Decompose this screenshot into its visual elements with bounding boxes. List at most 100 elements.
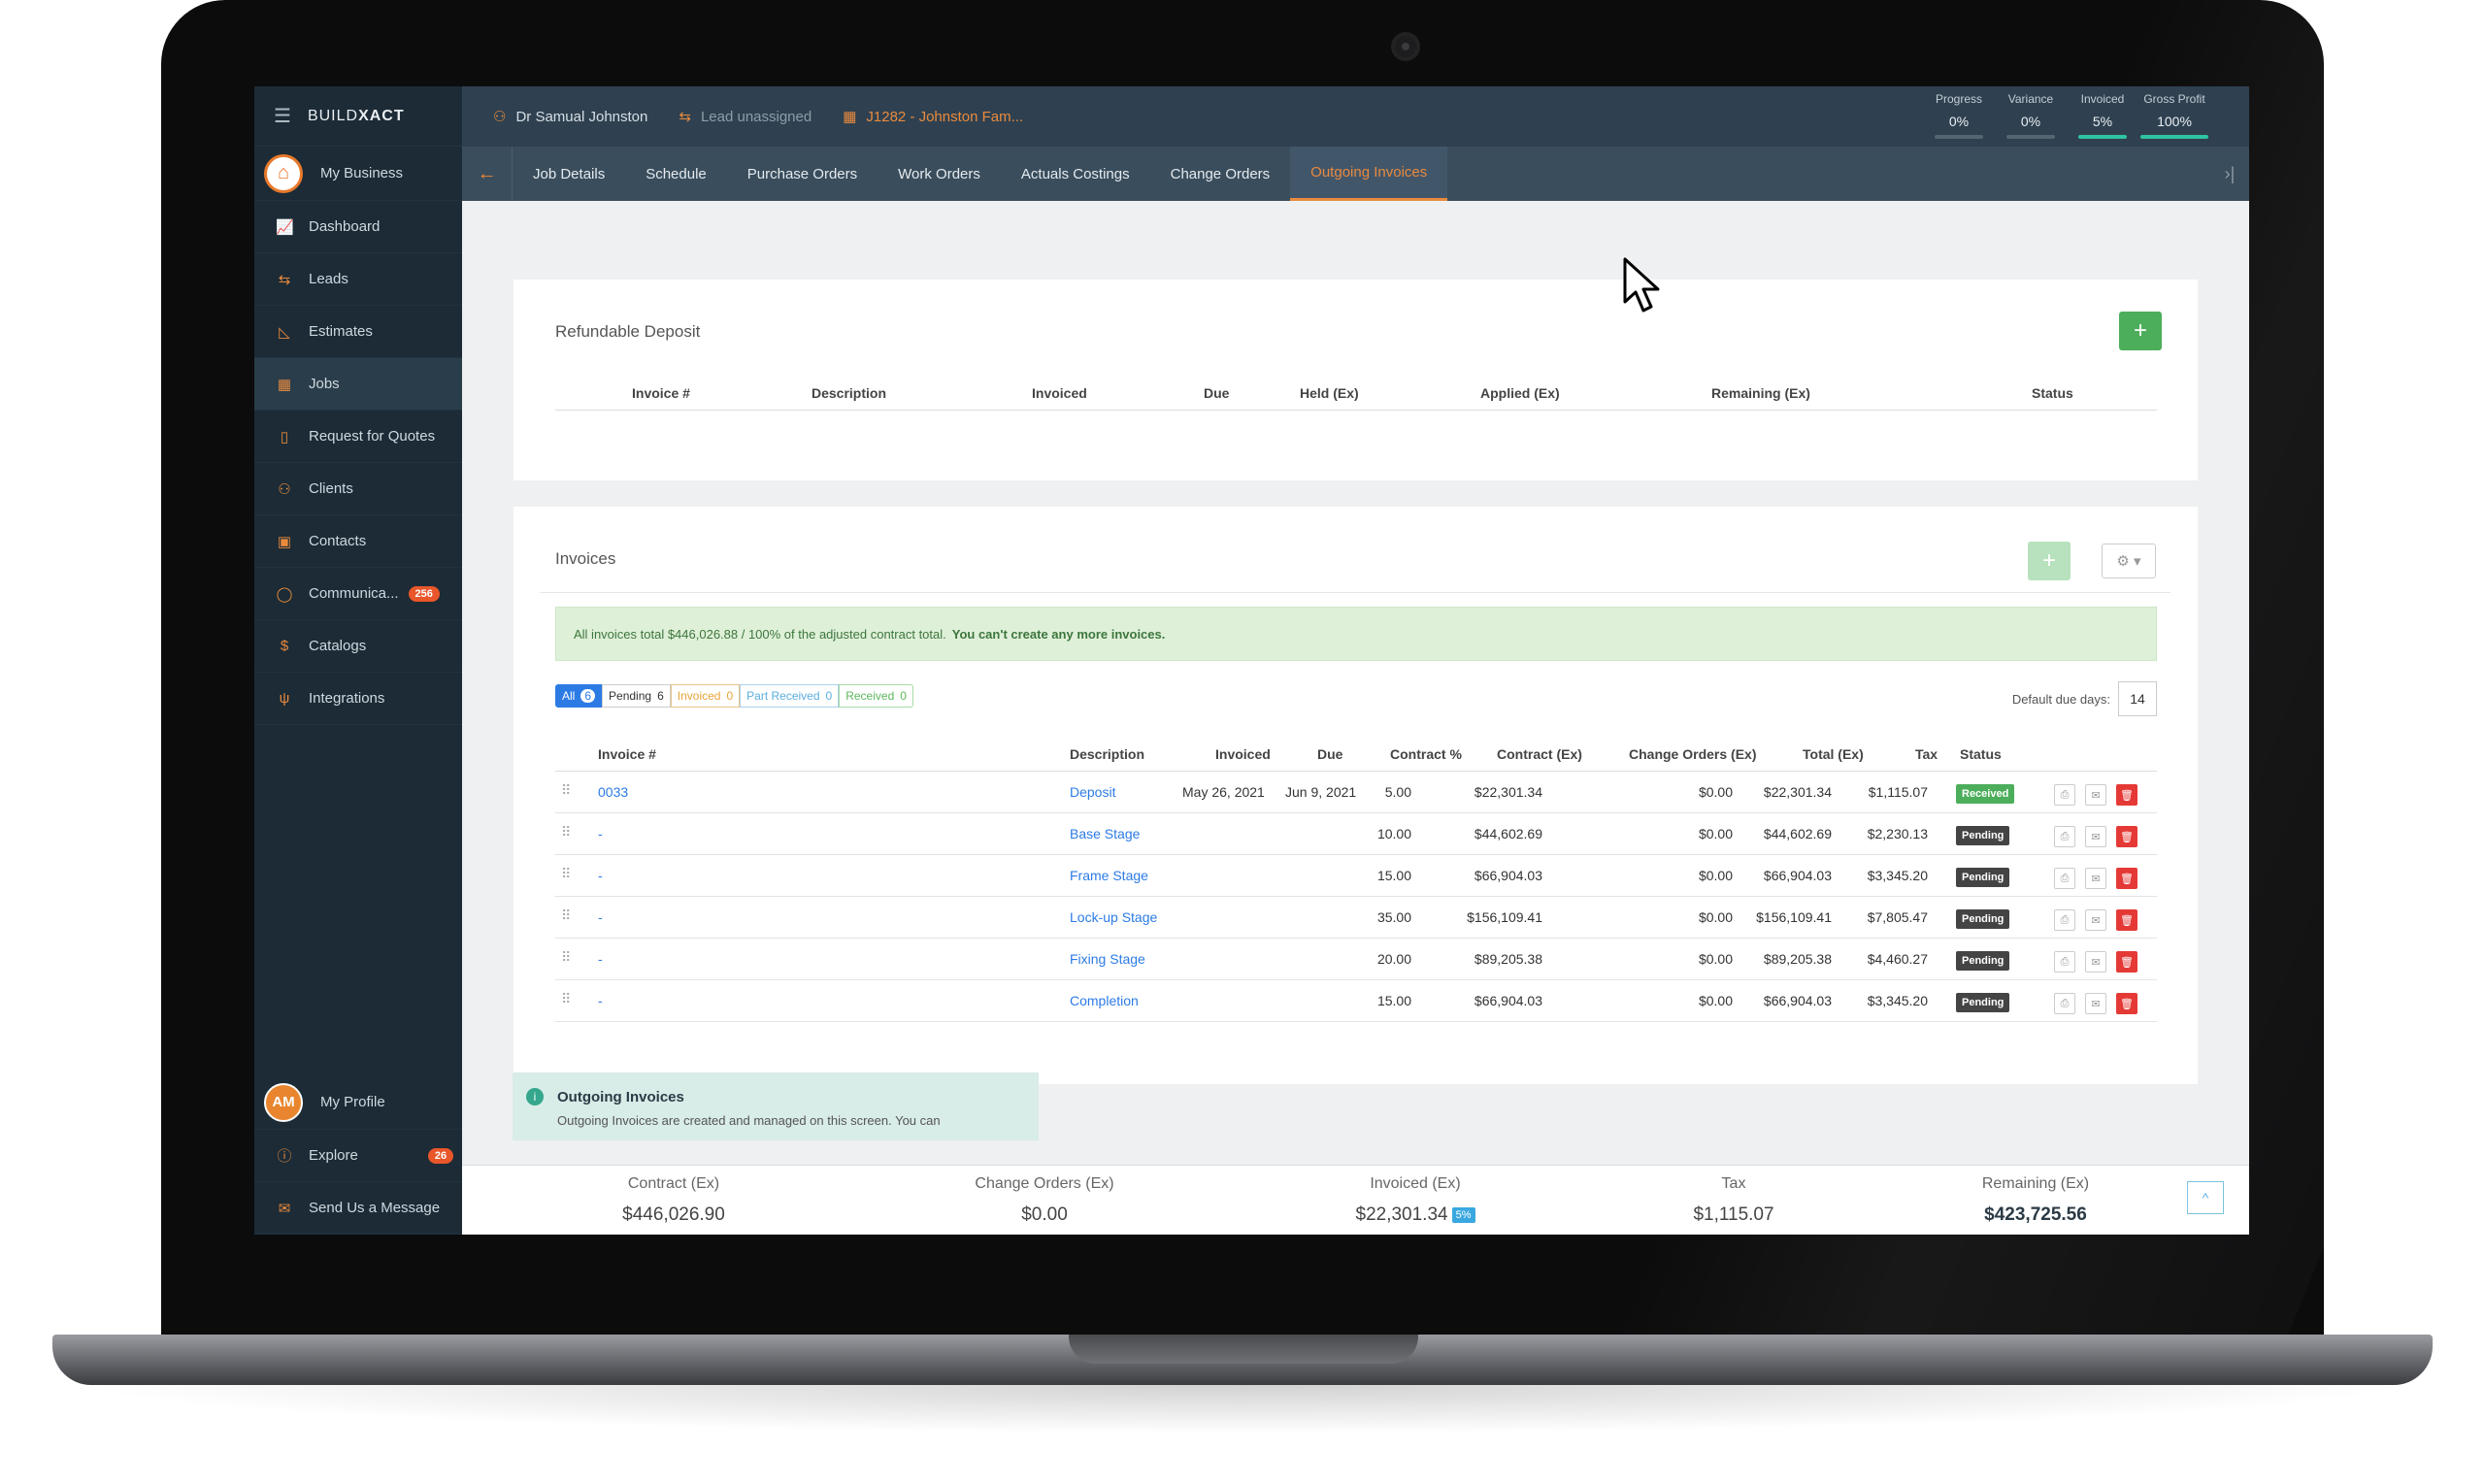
delete-icon[interactable]: 🗑 bbox=[2116, 909, 2137, 931]
delete-icon[interactable]: 🗑 bbox=[2116, 784, 2137, 806]
col-status: Status bbox=[2032, 385, 2073, 401]
job-selector[interactable]: ▦ J1282 - Johnston Fam... bbox=[843, 108, 1023, 126]
filter-label: Received bbox=[845, 689, 895, 703]
status-badge: Pending bbox=[1956, 993, 2010, 1012]
filter-part-received[interactable]: Part Received 0 bbox=[740, 684, 840, 708]
tab-actuals-costings[interactable]: Actuals Costings bbox=[1001, 147, 1150, 201]
delete-icon[interactable]: 🗑 bbox=[2116, 868, 2137, 889]
tab-purchase-orders[interactable]: Purchase Orders bbox=[727, 147, 878, 201]
sidebar-item-my-profile[interactable]: AM My Profile bbox=[254, 1075, 462, 1130]
table-row[interactable]: ⠿ - Frame Stage 15.00 $66,904.03 $0.00 $… bbox=[555, 855, 2157, 897]
tab-work-orders[interactable]: Work Orders bbox=[878, 147, 1001, 201]
filter-pending[interactable]: Pending 6 bbox=[602, 684, 671, 708]
description-link[interactable]: Lock-up Stage bbox=[1070, 909, 1157, 925]
print-icon[interactable]: ⎙ bbox=[2054, 784, 2075, 806]
divider bbox=[540, 592, 2170, 593]
description-link[interactable]: Fixing Stage bbox=[1070, 951, 1145, 967]
drag-handle-icon[interactable]: ⠿ bbox=[561, 907, 571, 924]
invoice-number-link[interactable]: - bbox=[598, 868, 603, 883]
sidebar-item-clients[interactable]: ⚇ Clients bbox=[254, 463, 462, 515]
drag-handle-icon[interactable]: ⠿ bbox=[561, 824, 571, 841]
invoice-number-link[interactable]: - bbox=[598, 826, 603, 841]
sidebar-item-explore[interactable]: ⓘ Explore 26 bbox=[254, 1130, 462, 1182]
description-link[interactable]: Deposit bbox=[1070, 784, 1115, 800]
sidebar-item-jobs[interactable]: ▦ Jobs bbox=[254, 358, 462, 411]
avatar: AM bbox=[264, 1082, 303, 1122]
filter-all[interactable]: All 6 bbox=[555, 684, 603, 708]
sidebar-item-dashboard[interactable]: 📈 Dashboard bbox=[254, 201, 462, 253]
col-contract-ex: Contract (Ex) bbox=[1497, 746, 1582, 762]
invoice-number-link[interactable]: - bbox=[598, 951, 603, 967]
tab-change-orders[interactable]: Change Orders bbox=[1150, 147, 1291, 201]
due-days-input[interactable]: 14 bbox=[2118, 681, 2157, 716]
print-icon[interactable]: ⎙ bbox=[2054, 993, 2075, 1014]
sidebar-item-catalogs[interactable]: $ Catalogs bbox=[254, 620, 462, 673]
tab-outgoing-invoices[interactable]: Outgoing Invoices bbox=[1290, 147, 1448, 201]
collapse-panel-icon[interactable]: ›| bbox=[2210, 147, 2249, 201]
sidebar-bottom: AM My Profile ⓘ Explore 26 ✉ Send Us a M… bbox=[254, 1075, 462, 1235]
lead-assignee[interactable]: ⇆ Lead unassigned bbox=[679, 108, 812, 126]
email-icon[interactable]: ✉ bbox=[2085, 993, 2106, 1014]
email-icon[interactable]: ✉ bbox=[2085, 951, 2106, 973]
stat-value: 100% bbox=[2157, 114, 2192, 129]
stat-value: 0% bbox=[1948, 114, 1970, 129]
invoice-number-link[interactable]: - bbox=[598, 909, 603, 925]
description-link[interactable]: Base Stage bbox=[1070, 826, 1140, 841]
print-icon[interactable]: ⎙ bbox=[2054, 951, 2075, 973]
sidebar-item-estimates[interactable]: ◺ Estimates bbox=[254, 306, 462, 358]
settings-dropdown-button[interactable]: ⚙ ▾ bbox=[2102, 544, 2156, 578]
table-row[interactable]: ⠿ - Completion 15.00 $66,904.03 $0.00 $6… bbox=[555, 980, 2157, 1022]
tab-job-details[interactable]: Job Details bbox=[513, 147, 625, 201]
sidebar-item-send-message[interactable]: ✉ Send Us a Message bbox=[254, 1182, 462, 1235]
add-deposit-button[interactable]: + bbox=[2119, 312, 2162, 350]
table-row[interactable]: ⠿ - Base Stage 10.00 $44,602.69 $0.00 $4… bbox=[555, 813, 2157, 855]
sidebar-item-leads[interactable]: ⇆ Leads bbox=[254, 253, 462, 306]
add-invoice-button[interactable]: + bbox=[2028, 542, 2071, 580]
delete-icon[interactable]: 🗑 bbox=[2116, 951, 2137, 973]
filter-invoiced[interactable]: Invoiced 0 bbox=[670, 684, 741, 708]
sidebar-item-my-business[interactable]: ⌂ My Business bbox=[254, 147, 462, 201]
tab-schedule[interactable]: Schedule bbox=[625, 147, 727, 201]
invoice-number-link[interactable]: 0033 bbox=[598, 784, 628, 800]
sidebar-item-contacts[interactable]: ▣ Contacts bbox=[254, 515, 462, 568]
email-icon[interactable]: ✉ bbox=[2085, 909, 2106, 931]
table-row[interactable]: ⠿ 0033 Deposit May 26, 2021 Jun 9, 2021 … bbox=[555, 772, 2157, 813]
email-icon[interactable]: ✉ bbox=[2085, 868, 2106, 889]
scroll-to-top-button[interactable]: ^ bbox=[2187, 1181, 2224, 1214]
sidebar-item-request-for-quotes[interactable]: ▯ Request for Quotes bbox=[254, 411, 462, 463]
drag-handle-icon[interactable]: ⠿ bbox=[561, 991, 571, 1007]
total-label: Change Orders (Ex) bbox=[975, 1175, 1114, 1192]
drag-handle-icon[interactable]: ⠿ bbox=[561, 782, 571, 799]
col-tax: Tax bbox=[1915, 746, 1938, 762]
change-orders-ex: $0.00 bbox=[1698, 951, 1733, 967]
tax: $4,460.27 bbox=[1867, 951, 1928, 967]
drag-handle-icon[interactable]: ⠿ bbox=[561, 949, 571, 966]
sidebar-item-label: My Business bbox=[320, 165, 404, 181]
email-icon[interactable]: ✉ bbox=[2085, 826, 2106, 847]
drag-handle-icon[interactable]: ⠿ bbox=[561, 866, 571, 882]
hamburger-menu-icon[interactable]: ☰ bbox=[274, 104, 292, 128]
help-text: Outgoing Invoices are created and manage… bbox=[557, 1113, 941, 1128]
table-row[interactable]: ⠿ - Fixing Stage 20.00 $89,205.38 $0.00 … bbox=[555, 939, 2157, 980]
invoice-number-link[interactable]: - bbox=[598, 993, 603, 1008]
person-icon: ⚇ bbox=[278, 480, 291, 498]
client-link[interactable]: ⚇ Dr Samual Johnston bbox=[493, 108, 647, 126]
description-link[interactable]: Completion bbox=[1070, 993, 1139, 1008]
delete-icon[interactable]: 🗑 bbox=[2116, 826, 2137, 847]
deposit-title: Refundable Deposit bbox=[555, 322, 701, 341]
communications-badge: 256 bbox=[408, 585, 440, 602]
back-arrow-icon[interactable]: ← bbox=[462, 147, 513, 201]
status-badge: Pending bbox=[1956, 951, 2010, 971]
sidebar-item-communications[interactable]: ◯ Communica... 256 bbox=[254, 568, 462, 620]
filter-received[interactable]: Received 0 bbox=[839, 684, 913, 708]
email-icon[interactable]: ✉ bbox=[2085, 784, 2106, 806]
delete-icon[interactable]: 🗑 bbox=[2116, 993, 2137, 1014]
description-link[interactable]: Frame Stage bbox=[1070, 868, 1148, 883]
job-stats: Progress 0% Variance 0% Invoiced 5% Gros… bbox=[1923, 92, 2210, 139]
table-row[interactable]: ⠿ - Lock-up Stage 35.00 $156,109.41 $0.0… bbox=[555, 897, 2157, 939]
print-icon[interactable]: ⎙ bbox=[2054, 909, 2075, 931]
print-icon[interactable]: ⎙ bbox=[2054, 868, 2075, 889]
print-icon[interactable]: ⎙ bbox=[2054, 826, 2075, 847]
sidebar-item-integrations[interactable]: ψ Integrations bbox=[254, 673, 462, 725]
alert-text: All invoices total $446,026.88 / 100% of… bbox=[574, 626, 946, 642]
